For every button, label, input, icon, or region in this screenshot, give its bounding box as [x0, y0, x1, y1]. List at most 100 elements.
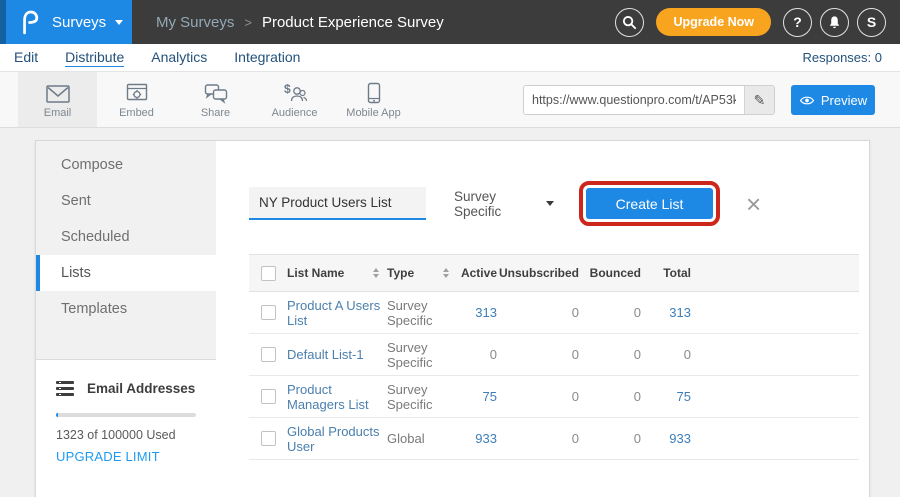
distribute-toolbar: Email Embed Share $ Audience Mobile App [0, 72, 900, 128]
row-checkbox[interactable] [261, 305, 276, 320]
channel-share[interactable]: Share [176, 72, 255, 127]
chevron-down-icon [115, 20, 123, 25]
bell-icon [827, 15, 842, 30]
survey-url-group: ✎ [523, 85, 775, 115]
breadcrumb-separator: > [244, 15, 252, 30]
bounced-count: 0 [581, 389, 643, 404]
channel-mobile-app[interactable]: Mobile App [334, 72, 413, 127]
product-switcher[interactable]: Surveys [0, 0, 132, 44]
bounced-count: 0 [581, 431, 643, 446]
edit-url-button[interactable]: ✎ [744, 86, 774, 114]
notifications-button[interactable] [820, 8, 849, 37]
sort-list-name-icon[interactable] [373, 268, 379, 278]
app-window: Surveys My Surveys > Product Experience … [0, 0, 900, 497]
channel-email[interactable]: Email [18, 72, 97, 127]
avatar[interactable]: S [857, 8, 886, 37]
channel-audience[interactable]: $ Audience [255, 72, 334, 127]
sort-type-icon[interactable] [443, 268, 449, 278]
email-sidebar-menu: Compose Sent Scheduled Lists Templates [36, 141, 216, 359]
questionpro-logo-icon [20, 9, 40, 35]
tab-distribute[interactable]: Distribute [65, 49, 124, 67]
sidebar-item-compose[interactable]: Compose [36, 147, 216, 183]
breadcrumb-my-surveys[interactable]: My Surveys [156, 14, 234, 31]
list-type-value: Global [387, 431, 457, 446]
list-name-input[interactable] [249, 187, 426, 220]
mobile-app-icon [367, 80, 381, 104]
sidebar-item-sent[interactable]: Sent [36, 183, 216, 219]
tab-edit[interactable]: Edit [14, 49, 38, 66]
col-unsubscribed: Unsubscribed [499, 266, 581, 280]
sidebar-item-templates[interactable]: Templates [36, 291, 216, 327]
audience-icon: $ [282, 80, 308, 104]
top-header: Surveys My Surveys > Product Experience … [0, 0, 900, 44]
active-count[interactable]: 313 [457, 305, 499, 320]
table-body: Product A Users List Survey Specific 313… [249, 292, 859, 460]
row-checkbox[interactable] [261, 347, 276, 362]
eye-icon [799, 95, 815, 106]
close-icon[interactable]: × [746, 191, 761, 217]
row-checkbox[interactable] [261, 389, 276, 404]
channel-embed[interactable]: Embed [97, 72, 176, 127]
list-type-value: Survey Specific [387, 340, 457, 370]
list-type-select[interactable]: Survey Specific [454, 189, 554, 219]
search-icon [622, 15, 637, 30]
total-count[interactable]: 313 [643, 305, 693, 320]
highlight-annotation: Create List [579, 181, 720, 226]
list-name-link[interactable]: Global Products User [287, 424, 380, 454]
unsubscribed-count: 0 [499, 389, 581, 404]
bounced-count: 0 [581, 347, 643, 362]
total-count[interactable]: 0 [643, 347, 693, 362]
table-row: Default List-1 Survey Specific 0 0 0 0 [249, 334, 859, 376]
col-type: Type [387, 266, 414, 280]
col-list-name: List Name [287, 266, 344, 280]
list-type-value: Survey Specific [387, 382, 457, 412]
list-name-link[interactable]: Default List-1 [287, 347, 364, 362]
row-checkbox[interactable] [261, 431, 276, 446]
pencil-icon: ✎ [754, 92, 766, 109]
active-count[interactable]: 933 [457, 431, 499, 446]
embed-icon [126, 80, 148, 104]
sidebar-item-lists[interactable]: Lists [36, 255, 216, 291]
header-actions: Upgrade Now ? S [615, 8, 900, 37]
unsubscribed-count: 0 [499, 431, 581, 446]
email-icon [45, 80, 71, 104]
upgrade-now-button[interactable]: Upgrade Now [656, 8, 771, 36]
responses-count[interactable]: Responses: 0 [803, 50, 883, 65]
share-icon [204, 80, 228, 104]
tab-integration[interactable]: Integration [234, 49, 300, 66]
email-addresses-section: Email Addresses 1323 of 100000 Used UPGR… [36, 359, 216, 497]
survey-url-input[interactable] [524, 86, 744, 114]
total-count[interactable]: 933 [643, 431, 693, 446]
breadcrumb: My Surveys > Product Experience Survey [156, 14, 444, 31]
create-list-button[interactable]: Create List [586, 188, 713, 219]
svg-text:$: $ [284, 82, 291, 96]
table-row: Product A Users List Survey Specific 313… [249, 292, 859, 334]
select-all-checkbox[interactable] [261, 266, 276, 281]
col-active: Active [457, 266, 499, 280]
usage-progress-fill [56, 413, 58, 417]
active-count[interactable]: 75 [457, 389, 499, 404]
help-button[interactable]: ? [783, 8, 812, 37]
total-count[interactable]: 75 [643, 389, 693, 404]
question-mark-icon: ? [793, 14, 802, 30]
email-lists-panel: Compose Sent Scheduled Lists Templates E… [35, 140, 870, 497]
table-header-row: List Name Type Active Unsubscribed Bounc… [249, 254, 859, 292]
list-name-link[interactable]: Product A Users List [287, 298, 380, 328]
tab-analytics[interactable]: Analytics [151, 49, 207, 66]
sidebar-item-scheduled[interactable]: Scheduled [36, 219, 216, 255]
survey-tabbar: Edit Distribute Analytics Integration Re… [0, 44, 900, 72]
email-sidebar: Compose Sent Scheduled Lists Templates E… [36, 141, 216, 497]
email-addresses-title: Email Addresses [87, 381, 195, 396]
list-type-selected: Survey Specific [454, 189, 546, 219]
unsubscribed-count: 0 [499, 347, 581, 362]
search-button[interactable] [615, 8, 644, 37]
usage-progress-bar [56, 413, 196, 417]
page-body: Compose Sent Scheduled Lists Templates E… [0, 128, 900, 497]
breadcrumb-survey-title: Product Experience Survey [262, 14, 444, 31]
list-name-link[interactable]: Product Managers List [287, 382, 369, 412]
preview-button[interactable]: Preview [791, 85, 875, 115]
active-count[interactable]: 0 [457, 347, 499, 362]
lists-main: Survey Specific Create List × List Name … [216, 141, 869, 497]
bounced-count: 0 [581, 305, 643, 320]
upgrade-limit-link[interactable]: UPGRADE LIMIT [56, 449, 196, 464]
